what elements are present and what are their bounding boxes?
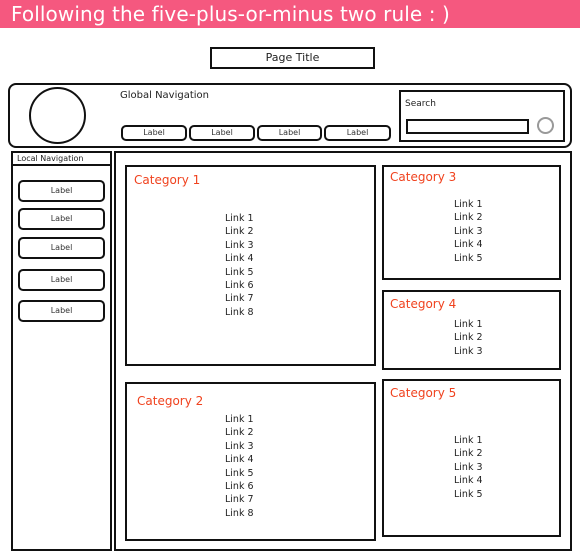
link-list: Link 1 Link 2 Link 3 Link 4 Link 5 Link 6 Link… (225, 413, 254, 520)
category-link[interactable]: Link 5 (454, 252, 483, 265)
local-nav-item-2[interactable]: Label (18, 208, 105, 230)
category-link[interactable]: Link 3 (454, 345, 483, 358)
category-link[interactable]: Link 3 (454, 225, 483, 238)
category-link[interactable]: Link 1 (454, 198, 483, 211)
category-panel-2: Category 2 Link 1 Link 2 Link 3 Link 4 Link … (125, 382, 376, 541)
category-link[interactable]: Link 7 (225, 292, 254, 305)
category-link[interactable]: Link 2 (454, 331, 483, 344)
link-list: Link 1 Link 2 Link 3 Link 4 Link 5 Link 6 Link… (225, 212, 254, 319)
local-nav-item-1[interactable]: Label (18, 180, 105, 202)
local-nav-item-4[interactable]: Label (18, 269, 105, 291)
category-panel-5: Category 5 Link 1 Link 2 Link 3 Link 4 Link … (382, 379, 561, 537)
category-link[interactable]: Link 4 (225, 252, 254, 265)
category-link[interactable]: Link 3 (225, 440, 254, 453)
category-link[interactable]: Link 3 (454, 461, 483, 474)
category-link[interactable]: Link 1 (454, 318, 483, 331)
global-nav-item-1[interactable]: Label (121, 125, 187, 141)
global-nav-item-2[interactable]: Label (189, 125, 255, 141)
category-panel-1: Category 1 Link 1 Link 2 Link 3 Link 4 Link … (125, 165, 376, 366)
link-list: Link 1 Link 2 Link 3 Link 4 Link 5 (454, 198, 483, 265)
category-link[interactable]: Link 4 (454, 238, 483, 251)
global-nav-item-4[interactable]: Label (324, 125, 391, 141)
category-link[interactable]: Link 8 (225, 507, 254, 520)
category-link[interactable]: Link 6 (225, 480, 254, 493)
category-link[interactable]: Link 7 (225, 493, 254, 506)
logo-circle-icon[interactable] (29, 87, 86, 144)
category-link[interactable]: Link 2 (225, 426, 254, 439)
search-input[interactable] (406, 119, 529, 134)
global-navigation-title: Global Navigation (120, 90, 210, 101)
global-nav-item-3[interactable]: Label (257, 125, 322, 141)
link-list: Link 1 Link 2 Link 3 Link 4 Link 5 (454, 434, 483, 501)
local-nav-item-5[interactable]: Label (18, 300, 105, 322)
page-title: Page Title (210, 47, 375, 69)
search-label: Search (405, 99, 436, 109)
category-title: Category 3 (390, 170, 457, 184)
category-title: Category 4 (390, 297, 457, 311)
category-link[interactable]: Link 4 (225, 453, 254, 466)
search-button-circle-icon[interactable] (537, 117, 554, 134)
category-title: Category 5 (390, 386, 457, 400)
link-list: Link 1 Link 2 Link 3 (454, 318, 483, 358)
category-link[interactable]: Link 2 (454, 211, 483, 224)
category-link[interactable]: Link 4 (454, 474, 483, 487)
category-link[interactable]: Link 2 (225, 225, 254, 238)
category-link[interactable]: Link 6 (225, 279, 254, 292)
category-link[interactable]: Link 8 (225, 306, 254, 319)
category-link[interactable]: Link 3 (225, 239, 254, 252)
category-panel-4: Category 4 Link 1 Link 2 Link 3 (382, 290, 561, 370)
category-link[interactable]: Link 1 (225, 413, 254, 426)
banner: Following the five-plus-or-minus two rul… (0, 0, 580, 28)
local-nav-item-3[interactable]: Label (18, 237, 105, 259)
local-navigation-title: Local Navigation (11, 151, 112, 166)
category-link[interactable]: Link 5 (454, 488, 483, 501)
category-title: Category 2 (137, 394, 204, 408)
category-link[interactable]: Link 5 (225, 266, 254, 279)
category-link[interactable]: Link 1 (454, 434, 483, 447)
category-link[interactable]: Link 1 (225, 212, 254, 225)
category-title: Category 1 (134, 173, 201, 187)
category-panel-3: Category 3 Link 1 Link 2 Link 3 Link 4 Link … (382, 165, 561, 280)
banner-text: Following the five-plus-or-minus two rul… (11, 2, 450, 26)
category-link[interactable]: Link 2 (454, 447, 483, 460)
category-link[interactable]: Link 5 (225, 467, 254, 480)
